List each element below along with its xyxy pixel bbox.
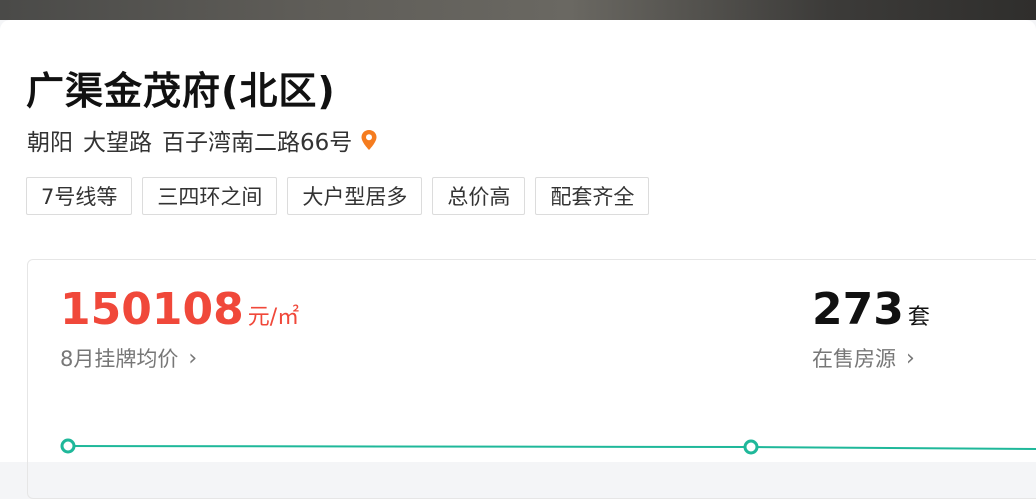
avg-price-label: 8月挂牌均价 (60, 347, 179, 371)
address-area: 大望路 (83, 130, 152, 156)
address-street: 百子湾南二路66号 (162, 130, 353, 156)
tag-item: 7号线等 (26, 177, 133, 215)
property-card: 广渠金茂府(北区) 朝阳 大望路 百子湾南二路66号 7号线等 三四环之间 大户… (0, 20, 1036, 499)
tag-item: 三四环之间 (142, 177, 278, 215)
address-line[interactable]: 朝阳 大望路 百子湾南二路66号 (27, 123, 378, 157)
location-pin-icon[interactable] (360, 129, 378, 151)
page-title: 广渠金茂府(北区) (26, 69, 336, 113)
trend-segment (750, 446, 1036, 450)
listings-stat[interactable]: 273 套 在售房源 › (812, 284, 930, 373)
price-trend-line (60, 438, 1036, 455)
trend-point (743, 439, 759, 455)
listings-count-value: 273 (812, 284, 904, 335)
tag-item: 配套齐全 (535, 177, 650, 215)
chevron-right-icon: › (906, 345, 915, 371)
tag-item: 大户型居多 (287, 177, 423, 215)
trend-point (60, 438, 76, 454)
address-district: 朝阳 (27, 130, 73, 156)
chevron-right-icon: › (188, 345, 198, 371)
stats-panel: 150108 元/㎡ 8月挂牌均价 › 273 套 在售房源 › (27, 259, 1036, 499)
avg-price-unit: 元/㎡ (247, 305, 300, 330)
avg-price-link[interactable]: 8月挂牌均价 › (60, 343, 299, 373)
feature-tags: 7号线等 三四环之间 大户型居多 总价高 配套齐全 (26, 177, 650, 215)
tag-item: 总价高 (432, 177, 526, 215)
listings-label: 在售房源 (812, 347, 896, 371)
header-photo-strip (0, 0, 1036, 20)
listings-link[interactable]: 在售房源 › (812, 343, 930, 373)
avg-price-value: 150108 (60, 284, 244, 335)
price-stat[interactable]: 150108 元/㎡ 8月挂牌均价 › (60, 284, 299, 373)
trend-segment (67, 445, 752, 448)
listings-count-unit: 套 (907, 305, 930, 330)
